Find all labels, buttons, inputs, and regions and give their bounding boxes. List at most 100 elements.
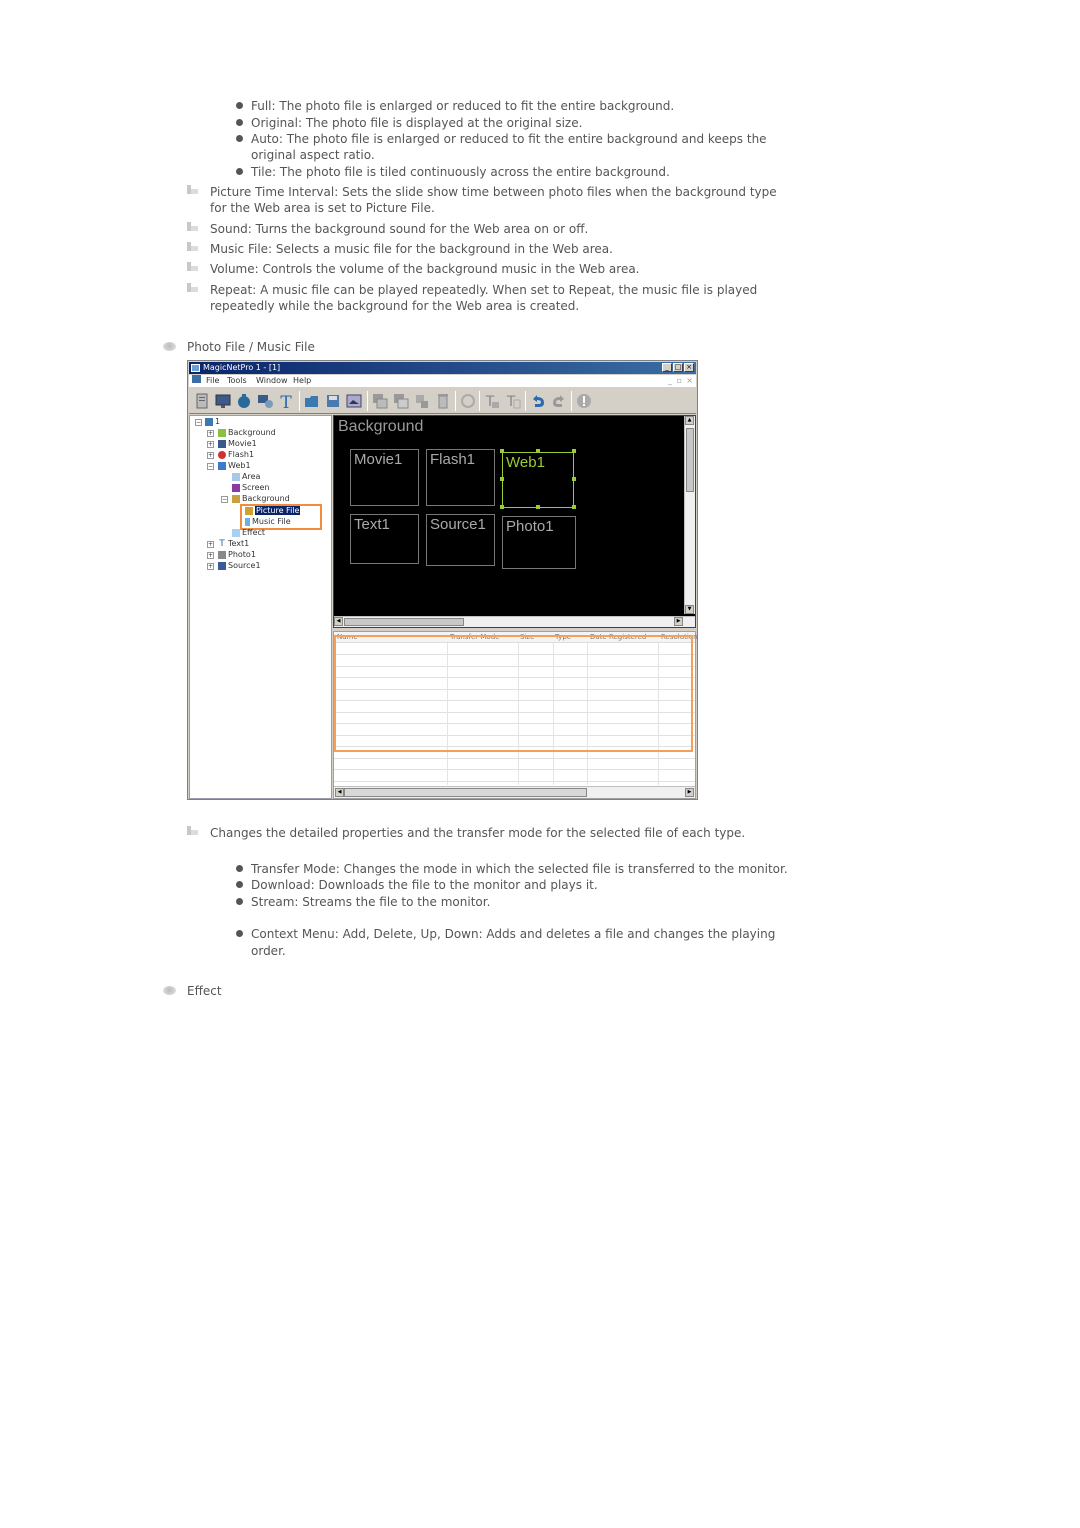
area-movie1[interactable]: Movie1 bbox=[350, 449, 419, 506]
resize-handle[interactable] bbox=[572, 505, 576, 509]
minimize-button[interactable]: _ bbox=[662, 363, 672, 372]
paste-area-icon[interactable] bbox=[392, 392, 410, 410]
resize-handle[interactable] bbox=[572, 449, 576, 453]
scroll-left-button[interactable]: ◀ bbox=[335, 788, 344, 797]
tree-node-photo1[interactable]: Photo1 bbox=[218, 550, 256, 560]
menu-window[interactable]: Window bbox=[256, 375, 288, 387]
resize-handle[interactable] bbox=[500, 449, 504, 453]
collapse-icon[interactable]: − bbox=[221, 496, 228, 503]
list-item-continuation: order. bbox=[251, 944, 286, 958]
table-row[interactable] bbox=[334, 757, 695, 759]
highlight-box bbox=[240, 504, 322, 530]
resize-handle[interactable] bbox=[572, 477, 576, 481]
tree-node-web1[interactable]: Web1 bbox=[218, 461, 251, 471]
expand-icon[interactable]: + bbox=[207, 430, 214, 437]
area-web1[interactable]: Web1 bbox=[502, 452, 574, 508]
tree-view: − 1 + Background + Movie1 + Flash1 − Web… bbox=[189, 415, 332, 799]
table-row[interactable] bbox=[334, 780, 695, 782]
collapse-icon[interactable]: − bbox=[195, 419, 202, 426]
layout-canvas: Background Movie1 Flash1 Web1 Text1 Sour… bbox=[333, 415, 696, 628]
scroll-up-button[interactable]: ▲ bbox=[685, 416, 694, 425]
redo-icon[interactable] bbox=[550, 392, 568, 410]
text-icon[interactable]: T bbox=[277, 392, 295, 410]
screen-icon bbox=[205, 417, 213, 426]
background-icon bbox=[218, 428, 226, 437]
expand-icon[interactable]: + bbox=[207, 541, 214, 548]
list-item: Music File: Selects a music file for the… bbox=[210, 242, 613, 256]
horizontal-scrollbar[interactable]: ◀ ▶ bbox=[334, 616, 695, 627]
table-row[interactable] bbox=[334, 769, 695, 770]
resize-handle[interactable] bbox=[536, 449, 540, 453]
menu-help[interactable]: Help bbox=[293, 375, 311, 387]
list-item: Context Menu: Add, Delete, Up, Down: Add… bbox=[251, 927, 776, 941]
scroll-right-button[interactable]: ▶ bbox=[685, 788, 694, 797]
align-text-left-icon[interactable]: T bbox=[483, 392, 501, 410]
scroll-right-button[interactable]: ▶ bbox=[674, 617, 683, 626]
camera-icon[interactable] bbox=[235, 392, 253, 410]
area-source1[interactable]: Source1 bbox=[426, 514, 495, 566]
image-icon[interactable] bbox=[345, 392, 363, 410]
menu-tools[interactable]: Tools bbox=[227, 375, 247, 387]
sub-item-icon bbox=[187, 262, 198, 271]
resize-handle[interactable] bbox=[500, 477, 504, 481]
horizontal-scrollbar[interactable]: ◀ ▶ bbox=[334, 786, 695, 798]
area-text1[interactable]: Text1 bbox=[350, 514, 419, 564]
close-button[interactable]: × bbox=[684, 363, 694, 372]
expand-icon[interactable]: + bbox=[207, 441, 214, 448]
document-icon bbox=[192, 375, 201, 383]
resize-handle[interactable] bbox=[500, 505, 504, 509]
list-item: Auto: The photo file is enlarged or redu… bbox=[251, 132, 767, 146]
section-icon bbox=[163, 986, 176, 995]
info-icon[interactable] bbox=[575, 392, 593, 410]
delete-icon[interactable] bbox=[434, 392, 452, 410]
mdi-minimize-button[interactable]: _ bbox=[668, 375, 672, 387]
sub-item-icon bbox=[187, 242, 198, 251]
resize-handle[interactable] bbox=[536, 505, 540, 509]
new-icon[interactable] bbox=[193, 392, 211, 410]
list-item: Download: Downloads the file to the moni… bbox=[251, 878, 598, 892]
collapse-icon[interactable]: − bbox=[207, 463, 214, 470]
align-text-right-icon[interactable]: T bbox=[504, 392, 522, 410]
flash-icon bbox=[218, 450, 226, 459]
list-item: Stream: Streams the file to the monitor. bbox=[251, 895, 491, 909]
scroll-thumb[interactable] bbox=[686, 428, 694, 492]
tree-node-text1[interactable]: T Text1 bbox=[218, 539, 249, 549]
scroll-thumb[interactable] bbox=[344, 788, 587, 797]
expand-icon[interactable]: + bbox=[207, 552, 214, 559]
menu-file[interactable]: File bbox=[206, 375, 219, 387]
expand-icon[interactable]: + bbox=[207, 452, 214, 459]
undo-icon[interactable] bbox=[529, 392, 547, 410]
tree-node-background[interactable]: Background bbox=[218, 428, 276, 438]
area-flash1[interactable]: Flash1 bbox=[426, 449, 495, 506]
list-item: Original: The photo file is displayed at… bbox=[251, 116, 583, 130]
network-icon[interactable] bbox=[256, 392, 274, 410]
maximize-button[interactable]: □ bbox=[673, 363, 683, 372]
vertical-scrollbar[interactable]: ▲ ▼ bbox=[684, 416, 695, 614]
scroll-thumb[interactable] bbox=[344, 618, 464, 626]
area-photo1[interactable]: Photo1 bbox=[502, 516, 576, 569]
tree-node-effect[interactable]: Effect bbox=[232, 528, 265, 538]
photo-icon bbox=[218, 550, 226, 559]
section-heading: Photo File / Music File bbox=[187, 340, 315, 354]
file-list-table: Name Transfer Mode Size Type Date Regist… bbox=[333, 631, 698, 799]
scroll-down-button[interactable]: ▼ bbox=[685, 605, 694, 614]
copy-area-icon[interactable] bbox=[371, 392, 389, 410]
scroll-left-button[interactable]: ◀ bbox=[334, 617, 343, 626]
save-icon[interactable] bbox=[324, 392, 342, 410]
tree-node-web-background[interactable]: Background bbox=[232, 494, 290, 504]
text-icon: T bbox=[219, 538, 225, 549]
expand-icon[interactable]: + bbox=[207, 563, 214, 570]
mdi-close-button[interactable]: × bbox=[686, 375, 693, 387]
mdi-restore-button[interactable]: ▫ bbox=[677, 375, 682, 387]
tree-node-area[interactable]: Area bbox=[232, 472, 260, 482]
tree-node-movie1[interactable]: Movie1 bbox=[218, 439, 257, 449]
tree-node-flash1[interactable]: Flash1 bbox=[218, 450, 254, 460]
list-item-continuation: for the Web area is set to Picture File. bbox=[210, 201, 435, 215]
tree-node-source1[interactable]: Source1 bbox=[218, 561, 261, 571]
monitor-icon[interactable] bbox=[214, 392, 232, 410]
move-icon[interactable] bbox=[413, 392, 431, 410]
tree-node-root[interactable]: 1 bbox=[205, 417, 220, 427]
open-folder-icon[interactable] bbox=[303, 392, 321, 410]
tree-node-screen[interactable]: Screen bbox=[232, 483, 270, 493]
refresh-icon[interactable] bbox=[459, 392, 477, 410]
